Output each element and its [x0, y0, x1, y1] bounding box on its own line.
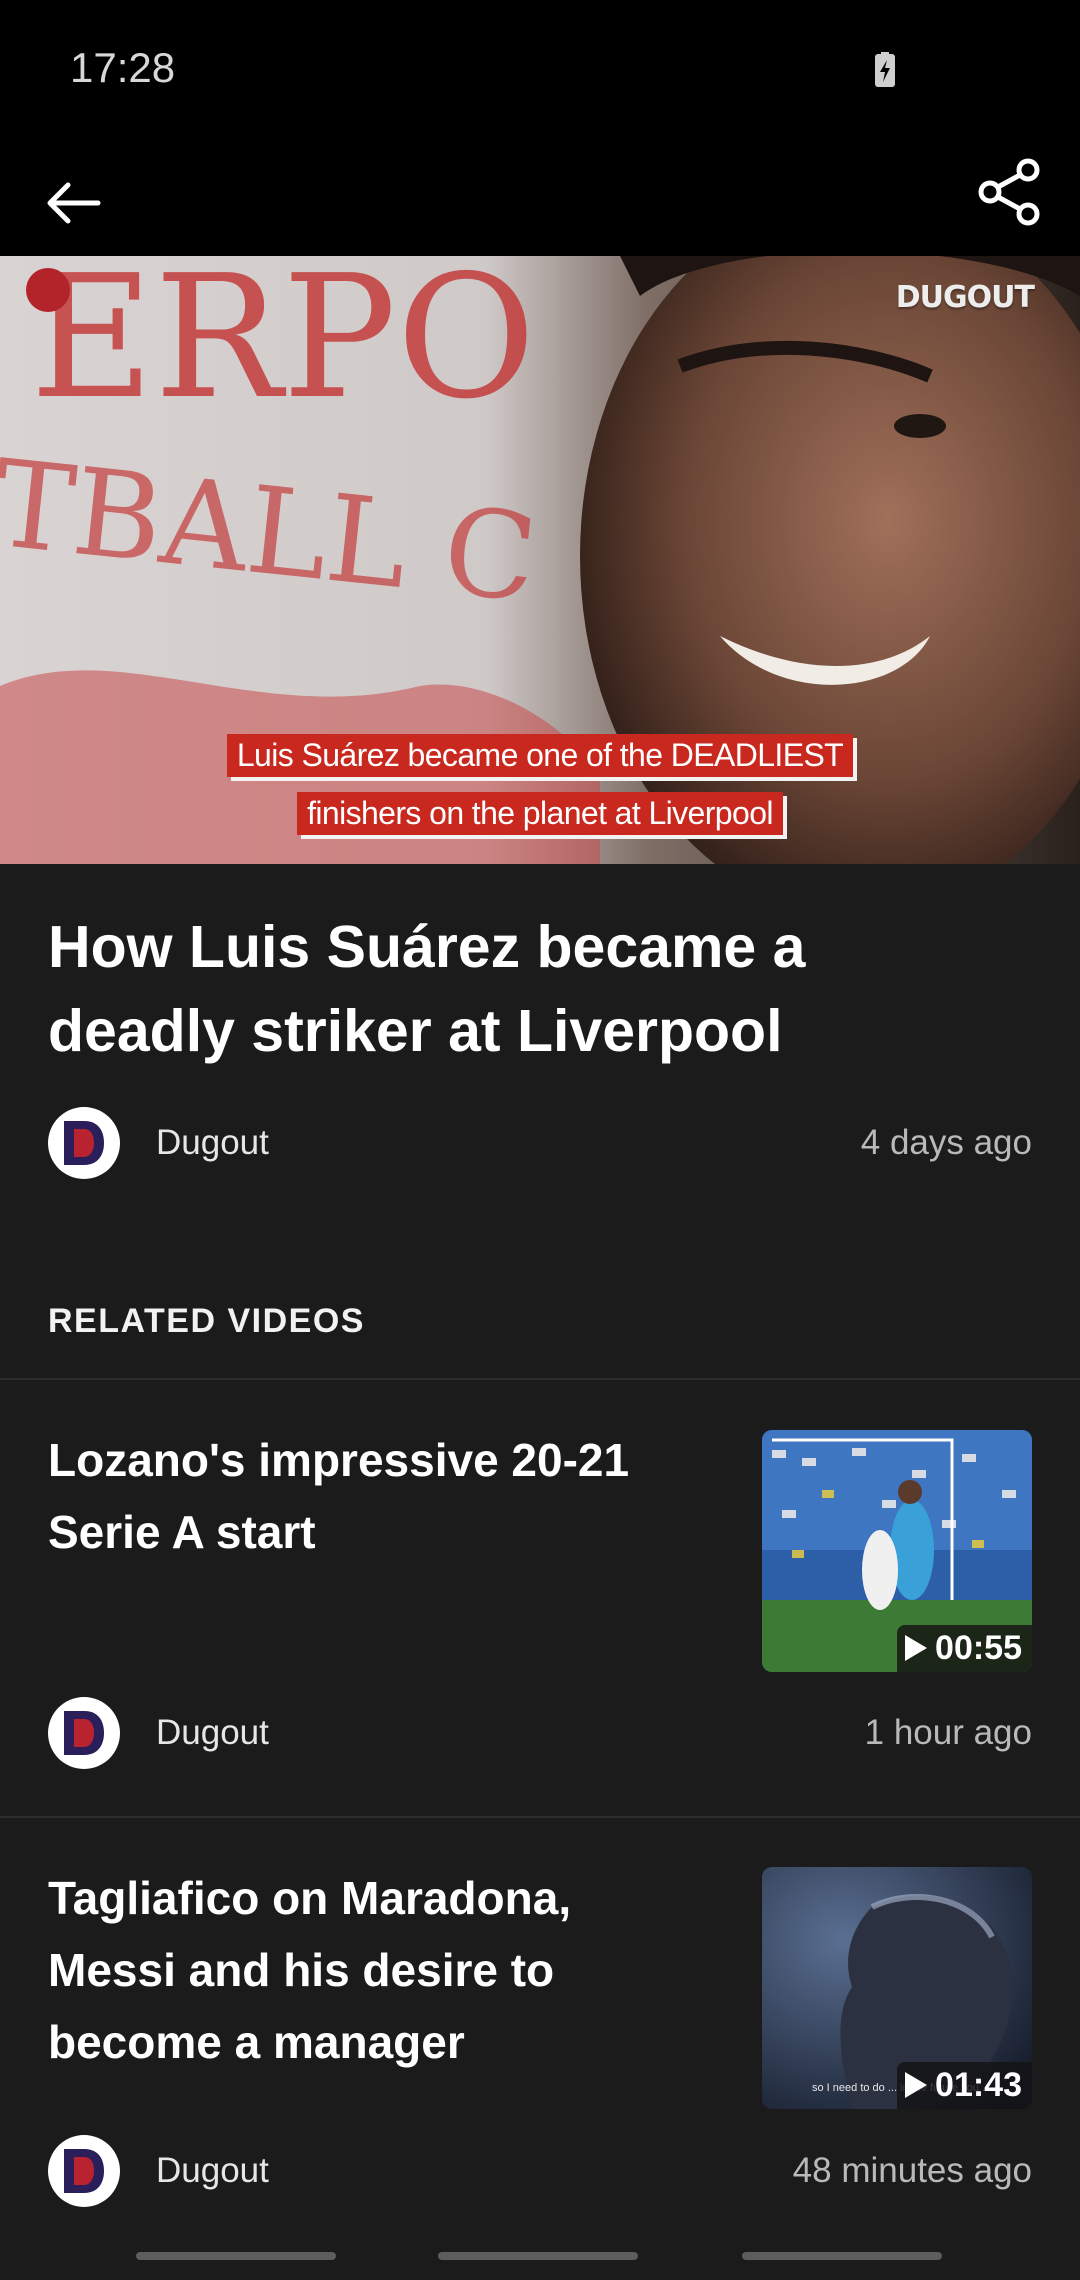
avatar[interactable] — [48, 1697, 120, 1769]
article-time-ago: 4 days ago — [860, 1123, 1032, 1162]
video-duration-badge: 00:55 — [897, 1625, 1032, 1672]
top-app-bar — [0, 140, 1080, 256]
hero-caption-line1: Luis Suárez became one of the DEADLIEST — [0, 734, 1080, 777]
battery-charging-icon — [875, 52, 895, 87]
related-video-thumbnail[interactable]: so I need to do ... in the future you ..… — [762, 1867, 1032, 2109]
dugout-watermark: DUGOUT — [895, 280, 1035, 315]
hero-background-letters: ERPO — [30, 256, 536, 437]
article-title-line2: deadly striker at Liverpool — [48, 998, 783, 1064]
status-time: 17:28 — [70, 44, 176, 91]
bottom-indicator — [136, 2252, 336, 2260]
avatar[interactable] — [48, 1107, 120, 1179]
article-title: How Luis Suárez became a deadly striker … — [48, 905, 1008, 1073]
play-icon — [905, 1635, 928, 1661]
video-time-ago: 48 minutes ago — [792, 2151, 1032, 2190]
avatar[interactable] — [48, 2135, 120, 2207]
back-arrow-icon[interactable] — [40, 160, 110, 230]
dugout-logo-icon — [64, 2149, 104, 2193]
hero-caption-line2: finishers on the planet at Liverpool — [0, 792, 1080, 835]
video-duration-badge: 01:43 — [897, 2062, 1032, 2109]
related-video-title[interactable]: Tagliafico on Maradona, Messi and his de… — [48, 1862, 708, 2078]
hero-video-player[interactable]: ERPO TBALL C DUGOUT Luis Suárez became o… — [0, 256, 1080, 864]
related-video-title[interactable]: Lozano's impressive 20-21 Serie A start — [48, 1424, 708, 1568]
section-title-related-videos: RELATED VIDEOS — [48, 1302, 365, 1340]
related-video-meta: Dugout 48 minutes ago — [48, 2135, 1032, 2207]
play-icon — [905, 2072, 928, 2098]
dugout-logo-icon — [64, 1121, 104, 1165]
divider — [0, 1378, 1080, 1380]
dugout-logo-icon — [64, 1711, 104, 1755]
article-meta: Dugout 4 days ago — [48, 1107, 1032, 1179]
video-time-ago: 1 hour ago — [864, 1713, 1032, 1752]
related-video-thumbnail[interactable]: 00:55 — [762, 1430, 1032, 1672]
bottom-indicator — [742, 2252, 942, 2260]
status-bar: 17:28 — [0, 0, 1080, 140]
article-title-line1: How Luis Suárez became a — [48, 914, 806, 980]
author-name[interactable]: Dugout — [156, 1123, 269, 1163]
author-name[interactable]: Dugout — [156, 2151, 269, 2191]
bottom-indicator — [438, 2252, 638, 2260]
share-icon[interactable] — [970, 152, 1050, 232]
related-video-meta: Dugout 1 hour ago — [48, 1697, 1032, 1769]
divider — [0, 1816, 1080, 1818]
author-name[interactable]: Dugout — [156, 1713, 269, 1753]
liverpool-crest-icon — [26, 268, 70, 312]
